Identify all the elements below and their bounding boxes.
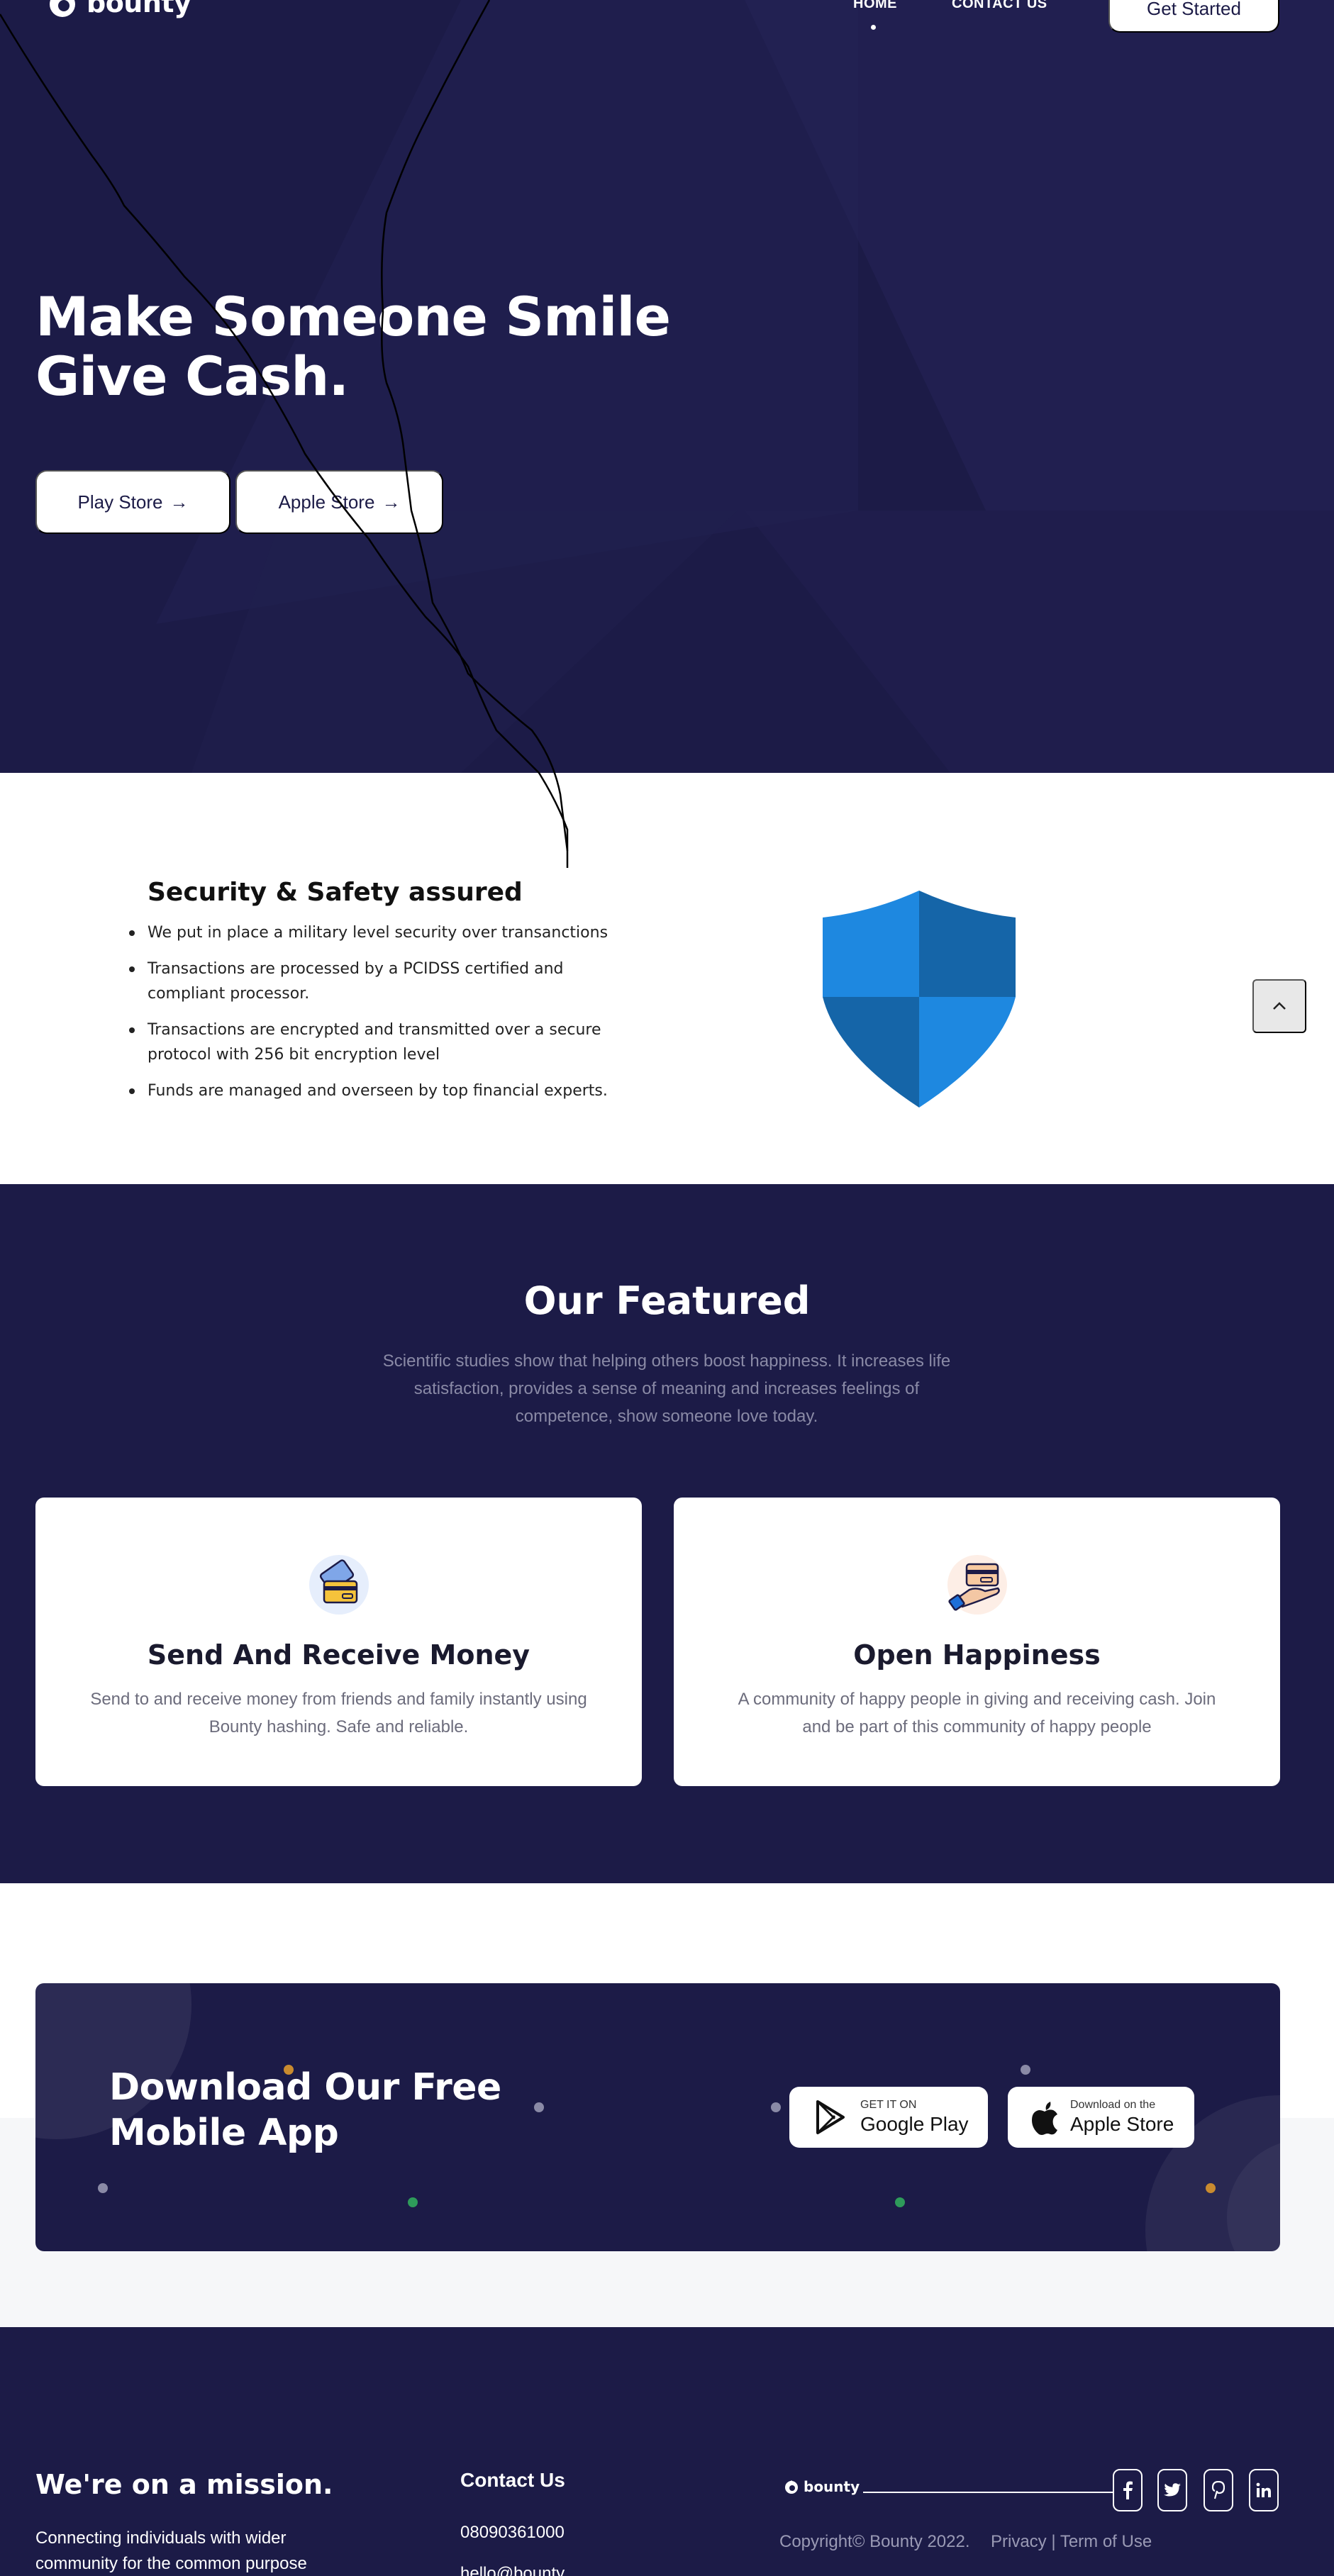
list-item: Transactions are processed by a PCIDSS c… [129,957,644,1006]
play-store-label: Play Store [77,491,163,513]
decorative-dot [1021,2065,1030,2075]
footer-mission-text: Connecting individuals with wider commun… [35,2528,307,2573]
download-title-line1: Download Our Free [109,2066,501,2109]
nav-active-indicator [871,25,876,30]
feature-card-send-receive: Send And Receive Money Send to and recei… [35,1498,642,1786]
decorative-dot [98,2183,108,2193]
security-list: We put in place a military level securit… [129,920,644,1115]
list-item: Transactions are encrypted and transmitt… [129,1017,644,1067]
bounty-logo-icon [785,2480,798,2494]
scroll-to-top-button[interactable] [1252,979,1306,1033]
brand-logo[interactable]: bounty [47,0,191,18]
feature-card-title: Open Happiness [853,1639,1101,1671]
google-play-icon [816,2100,845,2134]
linkedin-link[interactable] [1249,2469,1279,2511]
download-title: Download Our Free Mobile App [109,2065,501,2156]
twitter-link[interactable] [1157,2469,1187,2511]
nav-contact-link[interactable]: CONTACT US [952,0,1047,12]
google-play-big-label: Google Play [860,2113,969,2135]
linkedin-icon [1256,2482,1271,2497]
google-play-small-label: GET IT ON [860,2099,917,2111]
footer-mission-title: We're on a mission. [35,2469,333,2500]
play-store-button[interactable]: Play Store → [35,470,230,534]
google-play-badge-button[interactable]: GET IT ON Google Play [789,2087,988,2148]
nav-home-link[interactable]: HOME [853,0,897,12]
apple-store-button[interactable]: Apple Store → [235,470,443,534]
arrow-right-icon: → [169,491,189,513]
footer-divider [863,2492,1113,2493]
shield-icon [823,891,1016,1108]
download-app-banner: Download Our Free Mobile App GET IT ON G… [35,1983,1280,2251]
credit-cards-icon [309,1555,369,1615]
decorative-dot [534,2102,544,2112]
bounty-logo-icon [50,0,75,17]
hero-title: Make Someone Smile Give Cash. [35,285,671,408]
facebook-link[interactable] [1113,2469,1143,2511]
footer-brand-name: bounty [804,2478,860,2495]
apple-store-label: Apple Store [278,491,375,513]
decorative-dot [771,2102,781,2112]
featured-title: Our Featured [523,1278,811,1323]
decorative-dot [895,2197,905,2207]
featured-section: Our Featured Scientific studies show tha… [0,1184,1334,1883]
feature-card-happiness: Open Happiness A community of happy peop… [674,1498,1280,1786]
twitter-icon [1164,2483,1181,2497]
feature-card-title: Send And Receive Money [147,1639,530,1671]
hand-card-icon [947,1555,1007,1615]
pinterest-icon [1212,2481,1225,2499]
apple-store-big-label: Apple Store [1070,2113,1174,2135]
brand-name: bounty [87,0,191,18]
chevron-up-icon [1273,1002,1286,1010]
pinterest-link[interactable] [1204,2469,1233,2511]
featured-description: Scientific studies show that helping oth… [382,1351,951,1426]
feature-card-description: A community of happy people in giving an… [738,1690,1216,1736]
hero-section: bounty HOME CONTACT US Get Started Make … [0,0,1334,773]
hero-title-line1: Make Someone Smile [35,285,671,348]
list-item: We put in place a military level securit… [129,920,644,945]
feature-card-description: Send to and receive money from friends a… [90,1690,587,1736]
apple-store-small-label: Download on the [1070,2099,1156,2111]
facebook-icon [1123,2481,1133,2499]
decorative-dot [408,2197,418,2207]
footer-copyright: Copyright© Bounty 2022. [779,2532,970,2551]
list-item: Funds are managed and overseen by top fi… [129,1078,644,1103]
footer-legal-links[interactable]: Privacy | Term of Use [991,2532,1152,2552]
footer-email-link[interactable]: hello@bounty [460,2564,565,2576]
decorative-dot [1206,2183,1216,2193]
download-title-line2: Mobile App [109,2112,339,2154]
security-title: Security & Safety assured [148,878,523,907]
footer: We're on a mission. Connecting individua… [0,2327,1334,2576]
footer-phone-link[interactable]: 08090361000 [460,2523,565,2543]
apple-store-badge-button[interactable]: Download on the Apple Store [1008,2087,1194,2148]
hero-title-line2: Give Cash. [35,345,349,408]
security-section: Security & Safety assured We put in plac… [0,773,1334,1184]
footer-brand-logo[interactable]: bounty [784,2477,860,2496]
footer-contact-title: Contact Us [460,2469,565,2491]
apple-logo-icon [1032,2102,1057,2135]
arrow-right-icon: → [382,491,401,513]
get-started-button[interactable]: Get Started [1108,0,1279,33]
